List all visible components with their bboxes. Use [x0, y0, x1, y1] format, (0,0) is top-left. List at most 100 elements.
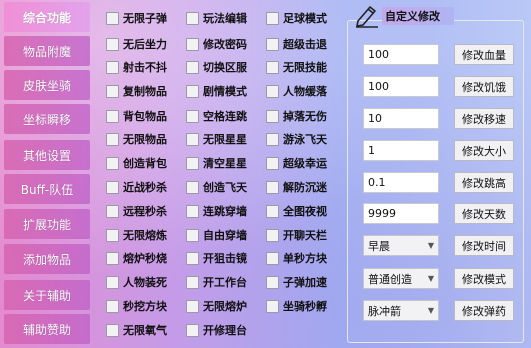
- cheat-checkbox[interactable]: 无限星星: [186, 130, 247, 148]
- modify-health-button[interactable]: 修改血量: [454, 44, 514, 65]
- cheat-checkbox[interactable]: 连跳穿墙: [186, 202, 247, 220]
- checkbox-box[interactable]: [186, 84, 199, 98]
- checkbox-box[interactable]: [106, 299, 119, 313]
- health-input[interactable]: 100: [363, 44, 439, 65]
- cheat-checkbox[interactable]: 子弹加速: [266, 273, 327, 291]
- cheat-checkbox[interactable]: 开工作台: [186, 273, 247, 291]
- cheat-checkbox[interactable]: 无限物品: [106, 130, 167, 148]
- checkbox-box[interactable]: [266, 275, 279, 289]
- cheat-checkbox[interactable]: 射击不抖: [106, 58, 167, 76]
- sidebar-item-general[interactable]: 综合功能: [4, 2, 90, 32]
- modify-ammo-button[interactable]: 修改弹药: [454, 300, 514, 321]
- modify-mode-button[interactable]: 修改模式: [454, 268, 514, 289]
- cheat-checkbox[interactable]: 开修理台: [186, 321, 247, 339]
- sidebar-item-other[interactable]: 其他设置: [4, 140, 90, 170]
- cheat-checkbox[interactable]: 切换区服: [186, 58, 247, 76]
- cheat-checkbox[interactable]: 创造飞天: [186, 178, 247, 196]
- checkbox-box[interactable]: [186, 11, 199, 25]
- checkbox-box[interactable]: [186, 109, 199, 123]
- cheat-checkbox[interactable]: 空格连跳: [186, 107, 247, 125]
- checkbox-box[interactable]: [186, 132, 199, 146]
- sidebar-item-sponsor[interactable]: 辅助赞助: [4, 314, 90, 344]
- sidebar-item-extend[interactable]: 扩展功能: [4, 209, 90, 239]
- sidebar-item-teleport[interactable]: 坐标瞬移: [4, 104, 90, 134]
- cheat-checkbox[interactable]: 近战秒杀: [106, 178, 167, 196]
- checkbox-box[interactable]: [266, 180, 279, 194]
- cheat-checkbox[interactable]: 人物缓落: [266, 82, 327, 100]
- cheat-checkbox[interactable]: 无限技能: [266, 58, 327, 76]
- checkbox-box[interactable]: [266, 251, 279, 265]
- mode-select[interactable]: 普通创造 ▼: [363, 268, 439, 289]
- modify-hunger-button[interactable]: 修改饥饿: [454, 76, 514, 97]
- cheat-checkbox[interactable]: 开狙击镜: [186, 249, 247, 267]
- checkbox-box[interactable]: [106, 132, 119, 146]
- modify-jump-button[interactable]: 修改跳高: [454, 172, 514, 193]
- cheat-checkbox[interactable]: 剧情模式: [186, 82, 247, 100]
- checkbox-box[interactable]: [106, 228, 119, 242]
- days-input[interactable]: 9999: [363, 203, 439, 224]
- modify-days-button[interactable]: 修改天数: [454, 203, 514, 224]
- checkbox-box[interactable]: [186, 299, 199, 313]
- sidebar-item-add-items[interactable]: 添加物品: [4, 244, 90, 274]
- checkbox-box[interactable]: [266, 11, 279, 25]
- checkbox-box[interactable]: [186, 251, 199, 265]
- cheat-checkbox[interactable]: 清空星星: [186, 154, 247, 172]
- checkbox-box[interactable]: [106, 204, 119, 218]
- cheat-checkbox[interactable]: 熔炉秒烧: [106, 249, 167, 267]
- modify-time-button[interactable]: 修改时间: [454, 235, 514, 256]
- sidebar-item-skins[interactable]: 皮肤坐骑: [4, 70, 90, 100]
- cheat-checkbox[interactable]: 超级幸运: [266, 154, 327, 172]
- cheat-checkbox[interactable]: 复制物品: [106, 82, 167, 100]
- hunger-input[interactable]: 100: [363, 76, 439, 97]
- cheat-checkbox[interactable]: 无后坐力: [106, 35, 167, 53]
- cheat-checkbox[interactable]: 修改密码: [186, 35, 247, 53]
- checkbox-box[interactable]: [266, 204, 279, 218]
- time-select[interactable]: 早晨 ▼: [363, 235, 439, 256]
- cheat-checkbox[interactable]: 游泳飞天: [266, 130, 327, 148]
- cheat-checkbox[interactable]: 单秒方块: [266, 249, 327, 267]
- cheat-checkbox[interactable]: 玩法编辑: [186, 9, 247, 27]
- cheat-checkbox[interactable]: 掉落无伤: [266, 107, 327, 125]
- checkbox-box[interactable]: [266, 132, 279, 146]
- checkbox-box[interactable]: [106, 84, 119, 98]
- cheat-checkbox[interactable]: 足球模式: [266, 9, 327, 27]
- checkbox-box[interactable]: [266, 156, 279, 170]
- sidebar-item-enchant[interactable]: 物品附魔: [4, 36, 90, 66]
- checkbox-box[interactable]: [186, 60, 199, 74]
- cheat-checkbox[interactable]: 开聊天栏: [266, 226, 327, 244]
- cheat-checkbox[interactable]: 背包物品: [106, 107, 167, 125]
- cheat-checkbox[interactable]: 坐骑秒孵: [266, 297, 327, 315]
- checkbox-box[interactable]: [106, 251, 119, 265]
- checkbox-box[interactable]: [186, 323, 199, 337]
- checkbox-box[interactable]: [186, 156, 199, 170]
- checkbox-box[interactable]: [106, 11, 119, 25]
- checkbox-box[interactable]: [266, 109, 279, 123]
- cheat-checkbox[interactable]: 自由穿墙: [186, 226, 247, 244]
- checkbox-box[interactable]: [106, 275, 119, 289]
- cheat-checkbox[interactable]: 全图夜视: [266, 202, 327, 220]
- checkbox-box[interactable]: [266, 37, 279, 51]
- modify-size-button[interactable]: 修改大小: [454, 140, 514, 161]
- cheat-checkbox[interactable]: 秒挖方块: [106, 297, 167, 315]
- cheat-checkbox[interactable]: 无限熔炉: [186, 297, 247, 315]
- checkbox-box[interactable]: [106, 37, 119, 51]
- cheat-checkbox[interactable]: 无限氧气: [106, 321, 167, 339]
- checkbox-box[interactable]: [106, 156, 119, 170]
- checkbox-box[interactable]: [266, 60, 279, 74]
- speed-input[interactable]: 10: [363, 108, 439, 129]
- cheat-checkbox[interactable]: 无限熔炼: [106, 226, 167, 244]
- checkbox-box[interactable]: [266, 299, 279, 313]
- cheat-checkbox[interactable]: 超级击退: [266, 35, 327, 53]
- checkbox-box[interactable]: [106, 109, 119, 123]
- checkbox-box[interactable]: [186, 275, 199, 289]
- checkbox-box[interactable]: [186, 180, 199, 194]
- checkbox-box[interactable]: [266, 228, 279, 242]
- cheat-checkbox[interactable]: 远程秒杀: [106, 202, 167, 220]
- checkbox-box[interactable]: [266, 84, 279, 98]
- checkbox-box[interactable]: [186, 204, 199, 218]
- cheat-checkbox[interactable]: 人物装死: [106, 273, 167, 291]
- cheat-checkbox[interactable]: 解防沉迷: [266, 178, 327, 196]
- size-input[interactable]: 1: [363, 140, 439, 161]
- sidebar-item-about[interactable]: 关于辅助: [4, 280, 90, 310]
- ammo-select[interactable]: 脉冲箭 ▼: [363, 300, 439, 321]
